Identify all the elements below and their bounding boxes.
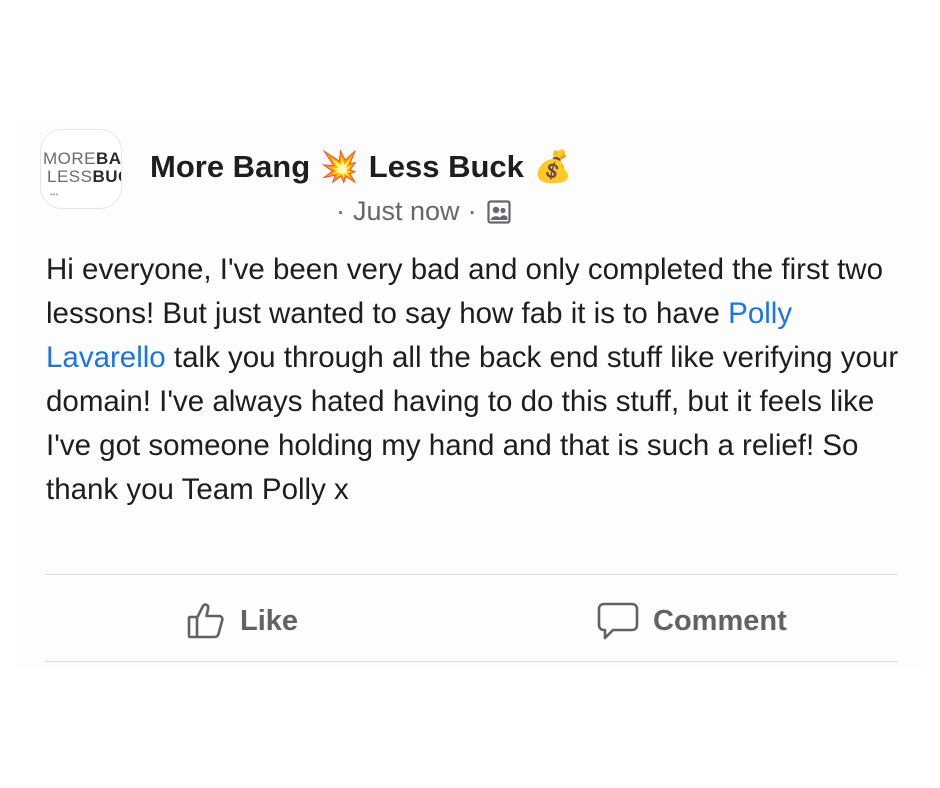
post-body: Hi everyone, I've been very bad and only… — [46, 248, 906, 512]
like-button[interactable]: Like — [186, 596, 298, 646]
meta-separator: · — [336, 196, 345, 226]
page-avatar[interactable]: MOREBAN LESSBUC ••• — [40, 129, 122, 209]
speech-bubble-icon — [597, 601, 639, 641]
thumbs-up-icon — [186, 602, 226, 640]
page-name-link[interactable]: More Bang 💥 Less Buck 💰 — [150, 148, 582, 185]
logo-line-2: LESSBUC — [47, 167, 121, 186]
logo-dots: ••• — [50, 190, 59, 199]
page-name-part1: More Bang — [150, 148, 311, 184]
post-meta: · Just now · — [336, 196, 511, 227]
comment-button[interactable]: Comment — [597, 596, 787, 646]
post-text-part2: talk you through all the back end stuff … — [46, 341, 899, 506]
meta-separator: · — [467, 196, 477, 226]
logo-line-1: MOREBAN — [43, 149, 122, 168]
like-label: Like — [240, 604, 299, 637]
page-name-part2: Less Buck — [368, 148, 524, 184]
collision-emoji-icon: 💥 — [320, 149, 359, 184]
divider-bottom — [45, 661, 898, 662]
group-icon[interactable] — [486, 199, 511, 224]
comment-label: Comment — [653, 604, 787, 637]
divider-top — [45, 574, 898, 575]
timestamp[interactable]: Just now — [353, 196, 460, 227]
money-bag-emoji-icon: 💰 — [533, 149, 573, 184]
